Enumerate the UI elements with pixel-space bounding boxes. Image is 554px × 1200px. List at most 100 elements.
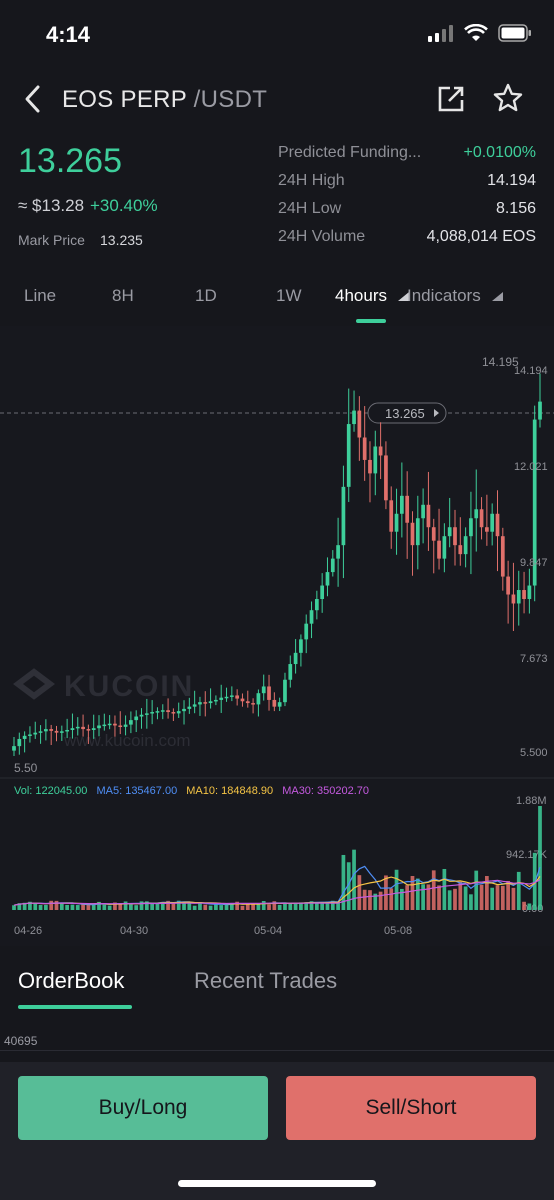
tab-recent-trades[interactable]: Recent Trades bbox=[194, 968, 337, 994]
candle-body bbox=[437, 540, 441, 559]
volume-bar bbox=[75, 905, 80, 910]
candle-body bbox=[506, 576, 510, 595]
candle-body bbox=[453, 527, 457, 546]
volume-bar bbox=[511, 887, 516, 910]
volume-bar bbox=[261, 901, 266, 910]
candle-body bbox=[267, 686, 271, 700]
tab-1w[interactable]: 1W bbox=[276, 286, 302, 306]
volume-bar bbox=[357, 875, 362, 910]
dropdown-triangle-icon bbox=[492, 292, 503, 301]
candle-body bbox=[22, 735, 27, 739]
candle-body bbox=[251, 703, 255, 705]
signal-icon bbox=[428, 25, 453, 42]
candle-body bbox=[208, 701, 213, 704]
stat-label: 24H High bbox=[278, 172, 345, 189]
nav-header: EOS PERP /USDT bbox=[0, 72, 554, 126]
candle-body bbox=[511, 594, 516, 604]
wifi-icon bbox=[464, 24, 488, 41]
candle-body bbox=[113, 723, 117, 726]
vol-info-line: Vol: 122045.00 MA5: 135467.00 MA10: 1848… bbox=[14, 785, 369, 797]
interval-tabs: Line 8H 1D 1W 4hours Indicators bbox=[0, 284, 554, 324]
candle-body bbox=[139, 714, 144, 717]
candle-body bbox=[485, 527, 489, 532]
candle-body bbox=[28, 734, 32, 736]
volume-bar bbox=[522, 901, 526, 910]
candle-body bbox=[17, 738, 22, 747]
tab-line[interactable]: Line bbox=[24, 286, 56, 306]
volume-bar bbox=[288, 903, 293, 910]
candle-body bbox=[219, 697, 224, 700]
volume-bar bbox=[506, 880, 510, 910]
volume-bar bbox=[405, 885, 410, 910]
candle-body bbox=[346, 424, 351, 487]
tab-8h[interactable]: 8H bbox=[112, 286, 134, 306]
volume-bar bbox=[538, 806, 542, 910]
last-price: 13.265 bbox=[18, 142, 122, 180]
volume-bar bbox=[44, 904, 48, 910]
stat-24h-high: 24H High 14.194 bbox=[278, 172, 536, 196]
volume-bar bbox=[91, 904, 96, 910]
tab-indicators[interactable]: Indicators bbox=[407, 286, 481, 306]
candle-body bbox=[102, 724, 107, 727]
candle-body bbox=[516, 590, 521, 604]
volume-bar bbox=[442, 868, 447, 910]
candle-body bbox=[362, 437, 367, 460]
tab-4hours[interactable]: 4hours bbox=[335, 286, 387, 306]
candle-body bbox=[155, 711, 160, 713]
back-chevron-icon[interactable] bbox=[20, 84, 46, 114]
vol-tick-label: 1.88M bbox=[516, 795, 547, 807]
volume-bar bbox=[70, 904, 75, 910]
status-icons bbox=[428, 24, 532, 42]
stat-value: +0.0100% bbox=[463, 144, 536, 161]
volume-bar bbox=[182, 902, 186, 910]
volume-bar bbox=[208, 905, 213, 910]
sell-short-button[interactable]: Sell/Short bbox=[286, 1076, 536, 1140]
candle-body bbox=[490, 513, 495, 532]
buy-long-button[interactable]: Buy/Long bbox=[18, 1076, 268, 1140]
candle-body bbox=[256, 693, 261, 705]
candle-body bbox=[214, 699, 218, 702]
candle-body bbox=[458, 545, 463, 555]
favorite-star-icon[interactable] bbox=[492, 82, 524, 114]
volume-bar bbox=[490, 887, 495, 910]
price-change-percent: +30.40% bbox=[90, 196, 158, 215]
tab-orderbook[interactable]: OrderBook bbox=[18, 968, 124, 994]
current-price-tag-text: 13.265 bbox=[385, 406, 425, 421]
volume-bar bbox=[495, 885, 500, 910]
volume-bar bbox=[192, 905, 197, 910]
candle-body bbox=[166, 710, 170, 713]
candle-body bbox=[341, 486, 346, 546]
volume-bar bbox=[59, 902, 64, 910]
volume-bar bbox=[134, 905, 139, 910]
tab-1d[interactable]: 1D bbox=[195, 286, 217, 306]
candle-body bbox=[33, 732, 38, 735]
candle-body bbox=[129, 720, 133, 725]
candle-body bbox=[176, 711, 181, 714]
volume-bar bbox=[389, 888, 394, 910]
volume-bar bbox=[368, 890, 372, 910]
volume-bar bbox=[447, 890, 452, 910]
candle-body bbox=[426, 504, 431, 528]
candle-body bbox=[314, 598, 319, 611]
candle-body bbox=[171, 712, 176, 714]
candlestick-chart[interactable]: KUCOIN www.kucoin.com 13.265 14.195 5.50… bbox=[0, 326, 554, 946]
stat-value: 14.194 bbox=[487, 172, 536, 189]
share-icon[interactable] bbox=[436, 84, 466, 114]
battery-icon bbox=[498, 24, 531, 42]
candle-body bbox=[357, 410, 362, 438]
candle-body bbox=[538, 401, 542, 420]
candle-body bbox=[91, 728, 96, 730]
candle-body bbox=[75, 726, 80, 729]
candle-body bbox=[65, 729, 69, 732]
volume-bar bbox=[352, 849, 356, 910]
candle-body bbox=[187, 706, 192, 709]
volume-bar bbox=[293, 903, 298, 910]
status-time: 4:14 bbox=[46, 22, 91, 47]
watermark-text: KUCOIN bbox=[64, 670, 194, 703]
volume-bar bbox=[474, 870, 479, 910]
volume-bar bbox=[479, 884, 484, 910]
volume-bar bbox=[362, 889, 367, 910]
candle-body bbox=[118, 725, 123, 727]
candle-body bbox=[500, 536, 505, 577]
candle-body bbox=[59, 731, 64, 733]
